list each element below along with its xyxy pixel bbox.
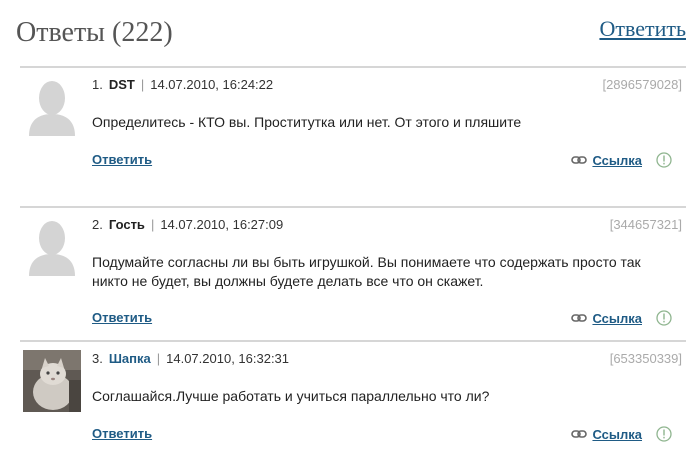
page-title: Ответы (222) (16, 17, 173, 48)
answer-permalink[interactable]: Ссылка (592, 427, 642, 442)
reply-button[interactable]: Ответить (599, 16, 686, 42)
answer-actions: Ссылка (571, 309, 672, 327)
chain-link-icon (571, 430, 588, 438)
answer-number: 2. (92, 217, 103, 232)
answer-meta: 2. Гость | 14.07.2010, 16:27:09 (92, 217, 283, 232)
answer-reply-link[interactable]: Ответить (92, 152, 152, 167)
answer-author: Гость (108, 217, 145, 232)
answer-actions: Ссылка (571, 151, 672, 169)
report-icon[interactable] (656, 152, 672, 168)
answer-author[interactable]: Шапка (109, 351, 151, 366)
answer-author: DST (108, 77, 135, 92)
answer-id: [344657321] (609, 217, 682, 232)
answer-number: 1. (92, 77, 103, 92)
answer-number: 3. (92, 351, 103, 366)
chain-link-icon (571, 314, 588, 322)
default-avatar-icon (29, 81, 75, 136)
report-icon[interactable] (656, 426, 672, 442)
answer-item: 2. Гость | 14.07.2010, 16:27:09 [344657321]… (20, 206, 686, 340)
answer-id: [2896579028] (602, 77, 682, 92)
default-avatar-icon (29, 221, 75, 276)
answer-id: [653350339] (609, 351, 682, 366)
answer-actions: Ссылка (571, 425, 672, 443)
answer-meta: 1. DST | 14.07.2010, 16:24:22 (92, 77, 273, 92)
chain-link-icon (571, 156, 588, 164)
answer-reply-link[interactable]: Ответить (92, 310, 152, 325)
meta-separator: | (150, 217, 155, 232)
answer-date: 14.07.2010, 16:24:22 (150, 77, 274, 92)
meta-separator: | (156, 351, 161, 366)
user-avatar[interactable] (23, 350, 81, 412)
answers-header: Ответы (222) Ответить (0, 0, 700, 62)
answer-text: Определитесь - КТО вы. Проститутка или н… (92, 114, 522, 130)
cat-photo-icon (23, 350, 81, 412)
answer-reply-link[interactable]: Ответить (92, 426, 152, 441)
meta-separator: | (140, 77, 145, 92)
report-icon[interactable] (656, 310, 672, 326)
answer-permalink[interactable]: Ссылка (592, 311, 642, 326)
answer-permalink[interactable]: Ссылка (592, 153, 642, 168)
answer-text: Подумайте согласны ли вы быть игрушкой. … (92, 254, 641, 289)
answer-item: 1. DST | 14.07.2010, 16:24:22 [2896579028] … (20, 66, 686, 206)
answer-item: 3. Шапка | 14.07.2010, 16:32:31 [653350339]… (20, 340, 686, 451)
answer-meta: 3. Шапка | 14.07.2010, 16:32:31 (92, 351, 289, 366)
answer-date: 14.07.2010, 16:32:31 (166, 351, 290, 366)
answer-text: Соглашайся.Лучше работать и учиться пара… (92, 388, 490, 404)
answer-date: 14.07.2010, 16:27:09 (160, 217, 284, 232)
